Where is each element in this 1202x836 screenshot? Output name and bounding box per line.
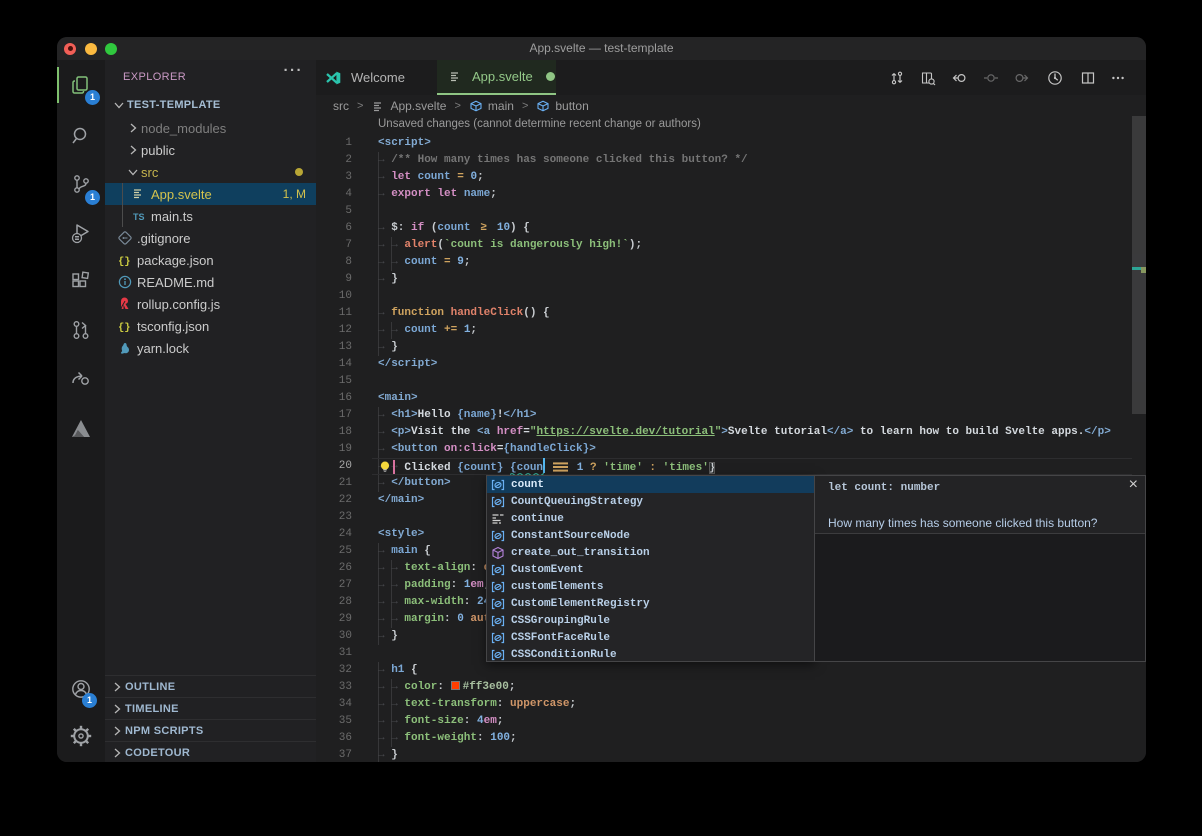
svg-text:{}: {} xyxy=(118,322,131,334)
svg-text:{}: {} xyxy=(118,256,131,268)
svg-text:TS: TS xyxy=(133,212,145,222)
